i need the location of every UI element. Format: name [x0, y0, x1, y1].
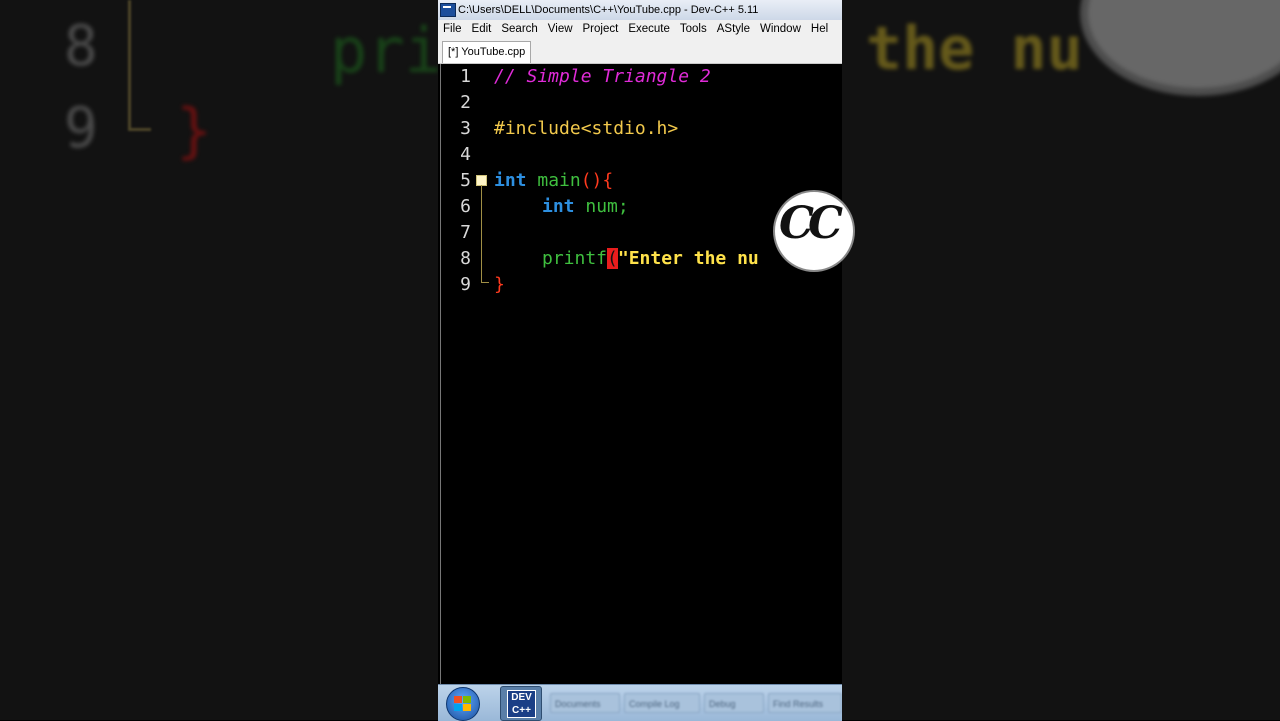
- code-identifier: num;: [574, 196, 629, 217]
- menu-view[interactable]: View: [543, 20, 578, 39]
- menu-edit[interactable]: Edit: [467, 20, 497, 39]
- taskbar-devcpp-button[interactable]: DEV C++: [500, 686, 542, 721]
- taskbar-item[interactable]: Documents: [550, 693, 620, 713]
- code-bracket: (){: [580, 170, 614, 191]
- fold-guide: [481, 185, 482, 283]
- menu-project[interactable]: Project: [578, 20, 624, 39]
- menu-execute[interactable]: Execute: [623, 20, 675, 39]
- line-number: 9: [460, 274, 471, 295]
- menu-help[interactable]: Hel: [806, 20, 833, 39]
- title-bar[interactable]: C:\Users\DELL\Documents\C++\YouTube.cpp …: [438, 0, 842, 20]
- background-line-number: 9: [64, 96, 98, 161]
- background-brace: }: [176, 96, 213, 166]
- code-comment: // Simple Triangle 2: [494, 66, 711, 87]
- background-code-text: pri: [330, 14, 438, 87]
- line-number: 7: [460, 222, 471, 243]
- line-number: 8: [460, 248, 471, 269]
- code-bracket: }: [494, 274, 505, 295]
- line-number: 1: [460, 66, 471, 87]
- code-line-1: // Simple Triangle 2: [494, 66, 711, 87]
- code-function: main: [526, 170, 581, 191]
- taskbar-items: Documents Compile Log Debug Find Results: [550, 693, 842, 713]
- code-preprocessor: #include<stdio.h>: [494, 118, 679, 139]
- code-keyword: int: [542, 196, 575, 217]
- taskbar-item[interactable]: Find Results: [768, 693, 842, 713]
- taskbar-item[interactable]: Compile Log: [624, 693, 700, 713]
- background-right-blur: the nu: [842, 0, 1280, 720]
- code-line-9: }: [494, 274, 505, 295]
- taskbar: DEV C++ Documents Compile Log Debug Find …: [438, 684, 842, 721]
- fold-guide-end: [481, 282, 489, 283]
- background-fold-gutter: [128, 0, 151, 131]
- cc-watermark-logo: CC: [775, 192, 853, 270]
- windows-start-icon[interactable]: [446, 687, 480, 721]
- editor-tab-bar: [*] YouTube.cpp: [438, 39, 842, 64]
- devcpp-window: C:\Users\DELL\Documents\C++\YouTube.cpp …: [438, 0, 842, 720]
- code-line-6: int num;: [542, 196, 629, 217]
- menu-window[interactable]: Window: [755, 20, 806, 39]
- code-line-5: int main(){: [494, 170, 613, 191]
- menu-astyle[interactable]: AStyle: [712, 20, 755, 39]
- line-number: 2: [460, 92, 471, 113]
- background-code-text: the nu: [866, 14, 1083, 84]
- devcpp-icon: DEV C++: [507, 690, 536, 718]
- code-string: "Enter the nu: [617, 248, 759, 269]
- app-icon: [440, 3, 456, 17]
- background-left-blur: 8 9 } pri: [0, 0, 438, 720]
- code-line-8: printf("Enter the nu: [542, 248, 759, 269]
- code-function: printf: [542, 248, 608, 269]
- menu-file[interactable]: File: [438, 20, 467, 39]
- code-editor[interactable]: 1 2 3 4 5 6 7 8 9 // Simple Triangle 2 #…: [440, 64, 842, 684]
- line-number: 4: [460, 144, 471, 165]
- menu-search[interactable]: Search: [496, 20, 542, 39]
- menu-tools[interactable]: Tools: [675, 20, 712, 39]
- menu-bar: File Edit Search View Project Execute Tools ASt…: [438, 20, 842, 39]
- tab-youtube-cpp[interactable]: [*] YouTube.cpp: [442, 41, 532, 63]
- cc-logo-text: CC: [779, 198, 843, 249]
- background-logo: [1080, 0, 1280, 96]
- line-number: 6: [460, 196, 471, 217]
- code-line-3: #include<stdio.h>: [494, 118, 678, 139]
- code-keyword: int: [494, 170, 527, 191]
- matched-bracket: (: [607, 248, 618, 269]
- line-number: 3: [460, 118, 471, 139]
- taskbar-item[interactable]: Debug: [704, 693, 764, 713]
- window-title: C:\Users\DELL\Documents\C++\YouTube.cpp …: [458, 4, 759, 16]
- background-line-number: 8: [64, 14, 98, 79]
- line-number: 5: [460, 170, 471, 191]
